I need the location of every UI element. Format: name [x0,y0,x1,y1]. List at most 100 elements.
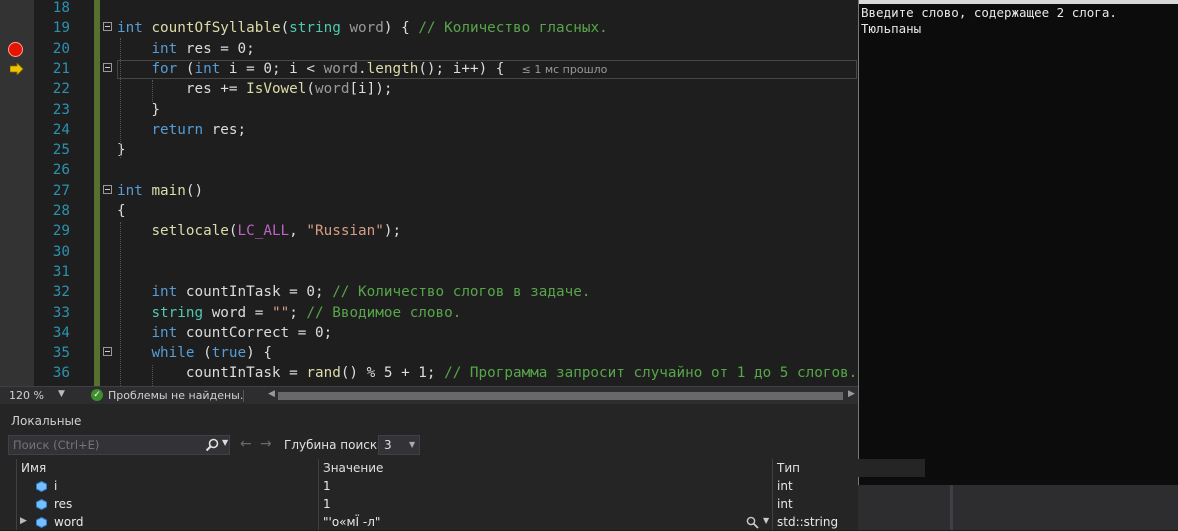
code-token: res; [203,121,247,138]
console-line: Тюльпаны [861,21,922,36]
variable-value[interactable]: "'о«мЇ -л" [323,515,380,529]
code-line[interactable]: 31 [0,262,860,282]
code-line[interactable]: 29 setlocale(LC_ALL, "Russian"); [0,221,860,241]
line-number: 31 [52,263,70,280]
code-editor[interactable]: 18 19 int countOfSyllable(string word) { /… [0,0,860,386]
code-token: res = 0; [177,40,255,57]
code-token: int [117,20,152,37]
variable-value[interactable]: 1 [323,497,331,511]
search-options-dropdown-icon[interactable]: ▼ [222,438,228,447]
search-input[interactable] [13,437,198,453]
line-number: 28 [52,203,70,219]
code-line[interactable]: 23 } [0,100,860,120]
code-line[interactable]: 25} [0,140,860,160]
code-line[interactable]: 34 int countCorrect = 0; [0,323,860,343]
collapse-icon[interactable] [103,347,112,357]
code-token: countInTask = 0; [177,284,333,301]
code-text: int countCorrect = 0; [117,323,332,343]
code-line[interactable]: 27 int main() [0,181,860,201]
column-header-name[interactable]: Имя [21,461,46,475]
code-line[interactable]: 18 [0,0,860,18]
code-line[interactable]: 28 { [0,201,860,221]
table-row[interactable]: i 1 int [0,478,925,495]
line-number: 35 [52,345,70,362]
code-text: countInTask = rand() % 5 + 1; // Програм… [117,363,857,383]
code-token: [i]); [349,81,393,98]
panel-title-bar: Локальные [0,404,858,434]
line-number: 25 [52,142,70,159]
variable-icon [36,481,47,492]
problems-status[interactable]: Проблемы не найдены. [108,389,243,402]
code-token: string [151,304,204,321]
line-number: 24 [52,121,70,138]
code-text: int res = 0; [117,39,255,59]
splitter[interactable] [950,485,953,530]
code-token: countCorrect = 0; [177,324,333,341]
column-header-type[interactable]: Тип [777,461,800,475]
search-icon[interactable] [205,438,219,452]
code-line[interactable]: 21 for (int i = 0; i < word.length(); i+… [0,59,860,79]
line-number: 26 [52,162,70,179]
code-line[interactable]: 24 return res; [0,120,860,140]
code-token: "Russian" [306,223,384,240]
indent-guide [120,222,122,386]
code-token: int [151,284,178,301]
scroll-right-icon[interactable]: ▶ [848,389,855,399]
code-token: "" [271,304,290,321]
line-number: 32 [52,284,70,301]
side-panel [858,485,1178,530]
code-token: word [315,81,350,98]
indent-guide [152,80,154,102]
table-row[interactable]: ▶ word "'о«мЇ -л" ▼ std::string [0,514,925,531]
magnify-icon[interactable] [746,516,759,529]
code-token: countInTask = [117,365,307,382]
collapse-icon[interactable] [103,184,112,194]
table-row[interactable]: res 1 int [0,496,925,513]
line-number: 22 [52,81,70,98]
code-token: int [151,324,178,341]
variable-type: int [777,497,793,511]
collapse-icon[interactable] [103,62,112,72]
forward-arrow-icon[interactable]: → [260,436,272,452]
code-line[interactable]: 30 [0,242,860,262]
code-token: { [117,203,126,219]
code-text: while (true) { [117,343,272,363]
search-depth-value: 3 [384,438,392,452]
zoom-dropdown-icon[interactable]: ▼ [58,389,65,399]
code-token: ( [194,345,212,362]
console-window[interactable]: Введите слово, содержащее 2 слога. Тюльп… [858,0,1178,485]
code-token: } [117,101,161,118]
divider [243,390,244,402]
code-line[interactable]: 20 int res = 0; [0,39,860,59]
code-line[interactable]: 19 int countOfSyllable(string word) { // … [0,18,860,38]
search-box[interactable]: ▼ [8,435,230,455]
back-arrow-icon[interactable]: ← [240,436,252,452]
search-depth-select[interactable]: 3 ▼ [378,435,420,455]
line-number: 29 [52,223,70,240]
code-line[interactable]: 33 string word = ""; // Вводимое слово. [0,303,860,323]
code-line[interactable]: 32 int countInTask = 0; // Количество сл… [0,282,860,302]
code-token: () [185,182,204,199]
code-text: int countInTask = 0; // Количество слого… [117,282,590,302]
expand-arrow-icon[interactable]: ▶ [20,516,27,526]
collapse-icon[interactable] [103,22,112,32]
horizontal-scrollbar-thumb[interactable] [278,392,843,400]
line-number: 18 [52,0,70,16]
code-line[interactable]: 26 [0,160,860,180]
code-line[interactable]: 35 while (true) { [0,343,860,363]
code-line[interactable]: 22 res += IsVowel(word[i]); [0,79,860,99]
variable-value[interactable]: 1 [323,479,331,493]
column-header-value[interactable]: Значение [323,461,383,475]
console-line: Введите слово, содержащее 2 слога. [861,5,1117,20]
visualizer-dropdown-icon[interactable]: ▼ [763,516,769,525]
code-line[interactable]: 36 countInTask = rand() % 5 + 1; // Прог… [0,363,860,383]
code-token: // Количество слогов в задаче. [332,284,591,301]
zoom-level[interactable]: 120 % [9,389,44,402]
code-token: res += [117,81,247,98]
scroll-left-icon[interactable]: ◀ [268,389,275,399]
